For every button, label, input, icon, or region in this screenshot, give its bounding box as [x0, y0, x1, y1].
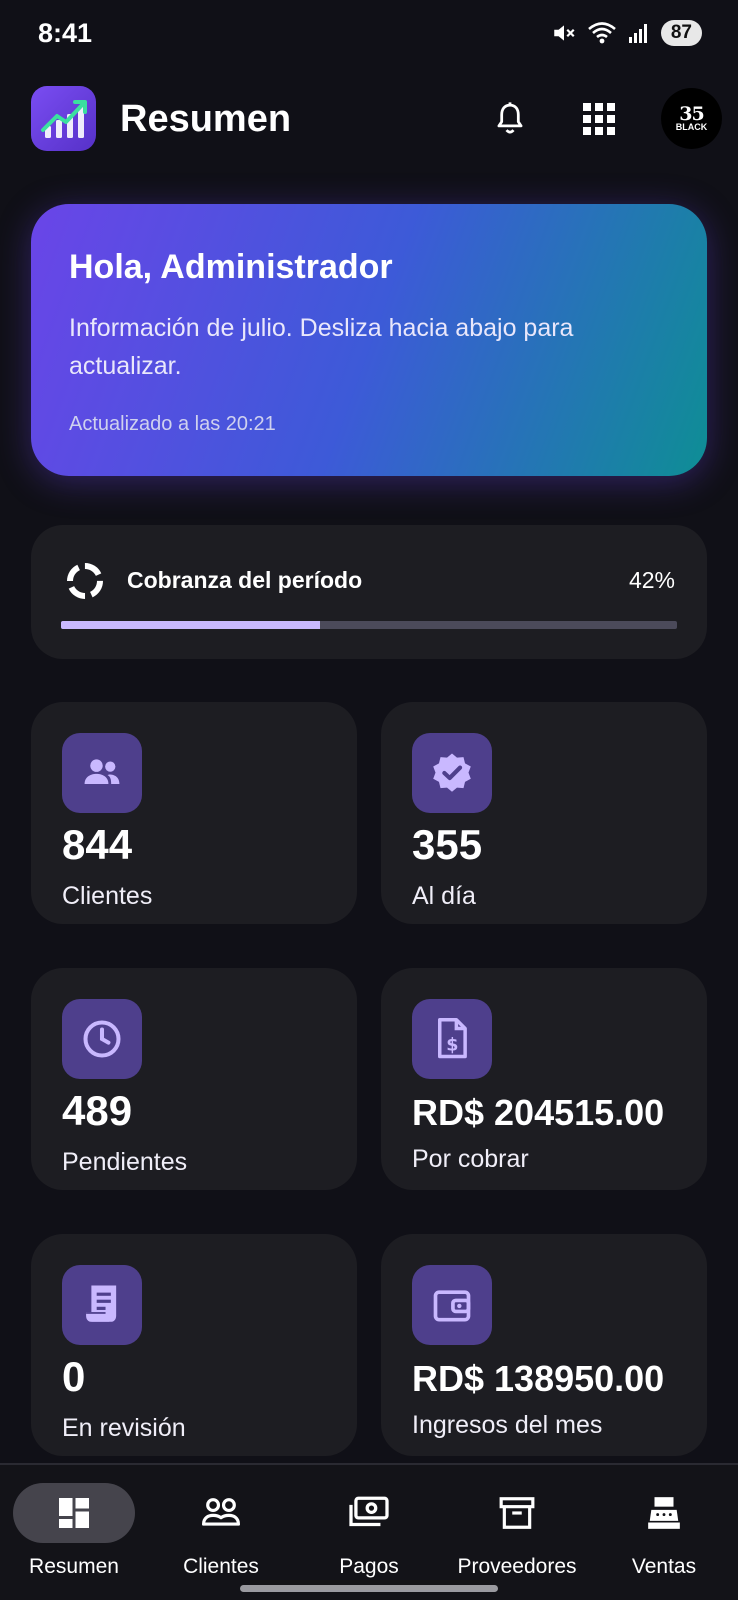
stat-label: Ingresos del mes: [412, 1411, 603, 1439]
svg-text:$: $: [446, 1035, 458, 1055]
nav-label: Pagos: [339, 1555, 399, 1578]
welcome-message: Información de julio. Desliza hacia abaj…: [69, 314, 574, 380]
receipt-icon: [62, 1265, 142, 1345]
stat-card-clients[interactable]: 844 Clientes: [31, 702, 357, 924]
bottom-navigation: Resumen Clientes Pagos Proveedores Venta…: [0, 1463, 738, 1600]
app-bar: Resumen 35 BLACK: [0, 78, 738, 164]
payments-icon: [349, 1496, 389, 1527]
stat-value: RD$ 204515.00: [412, 1092, 665, 1133]
stat-value: 355: [412, 821, 483, 868]
wallet-icon: [412, 1265, 492, 1345]
nav-item-clientes[interactable]: Clientes: [160, 1483, 282, 1583]
collection-progress-card: Cobranza del período 42%: [31, 525, 707, 659]
loading-ring-icon: [67, 563, 103, 599]
nav-pill: [308, 1483, 430, 1543]
collection-progress-bar: [61, 621, 677, 629]
nav-label: Resumen: [29, 1555, 119, 1578]
stat-card-up-to-date[interactable]: 355 Al día: [381, 702, 707, 924]
nav-pill: [603, 1483, 725, 1543]
nav-label: Clientes: [183, 1555, 259, 1578]
grid-icon: [583, 103, 615, 135]
status-bar: 8:41 87: [0, 0, 738, 70]
trending-chart-icon: [40, 99, 87, 138]
collection-progress-fill: [61, 621, 320, 629]
stat-label: Por cobrar: [412, 1145, 529, 1173]
welcome-title: Hola, Administrador: [69, 248, 393, 286]
invoice-dollar-icon: $: [412, 999, 492, 1079]
stat-value: RD$ 138950.00: [412, 1358, 665, 1399]
nav-item-ventas[interactable]: Ventas: [603, 1483, 725, 1583]
apps-grid-button[interactable]: [576, 96, 622, 142]
bell-icon: [497, 102, 523, 134]
avatar-number: 35: [679, 102, 704, 125]
last-updated-text: Actualizado a las 20:21: [69, 413, 276, 435]
wifi-icon: [587, 20, 617, 46]
cell-signal-icon: [627, 21, 651, 45]
welcome-card: Hola, Administrador Información de julio…: [31, 204, 707, 476]
app-logo: [31, 86, 96, 151]
notifications-button[interactable]: [487, 96, 533, 142]
stat-value: 844: [62, 821, 133, 868]
nav-label: Proveedores: [457, 1555, 577, 1578]
stat-label: En revisión: [62, 1414, 186, 1442]
archive-box-icon: [499, 1497, 535, 1529]
nav-label: Ventas: [631, 1555, 697, 1578]
collection-percent: 42%: [628, 567, 675, 593]
mute-icon: [551, 20, 577, 46]
nav-item-resumen[interactable]: Resumen: [13, 1483, 135, 1583]
verified-badge-icon: [412, 733, 492, 813]
user-avatar[interactable]: 35 BLACK: [661, 88, 722, 149]
page-title: Resumen: [120, 98, 292, 140]
status-icons: 87: [551, 20, 702, 46]
dashboard-screen: 8:41 87 Resumen 35 BLACK Hola, Administr…: [0, 0, 738, 1600]
avatar-brand-text: BLACK: [675, 121, 708, 132]
nav-item-pagos[interactable]: Pagos: [308, 1483, 430, 1583]
stat-label: Clientes: [62, 882, 153, 910]
people-outline-icon: [201, 1498, 240, 1526]
nav-pill: [456, 1483, 578, 1543]
people-icon: [62, 733, 142, 813]
status-time: 8:41: [38, 18, 93, 48]
stat-card-monthly-income[interactable]: RD$ 138950.00 Ingresos del mes: [381, 1234, 707, 1456]
cash-register-icon: [648, 1497, 680, 1529]
dashboard-icon: [59, 1498, 89, 1528]
stat-card-pending[interactable]: 489 Pendientes: [31, 968, 357, 1190]
battery-indicator: 87: [660, 20, 702, 46]
nav-pill: [160, 1483, 282, 1543]
stat-card-receivable[interactable]: $ RD$ 204515.00 Por cobrar: [381, 968, 707, 1190]
stat-card-in-review[interactable]: 0 En revisión: [31, 1234, 357, 1456]
stat-label: Al día: [412, 882, 476, 910]
nav-item-proveedores[interactable]: Proveedores: [456, 1483, 578, 1583]
gesture-handle[interactable]: [240, 1585, 498, 1592]
stat-label: Pendientes: [62, 1148, 188, 1176]
nav-pill: [13, 1483, 135, 1543]
stat-value: 489: [62, 1087, 133, 1134]
collection-label: Cobranza del período: [127, 567, 363, 593]
clock-icon: [62, 999, 142, 1079]
stat-value: 0: [62, 1353, 86, 1400]
